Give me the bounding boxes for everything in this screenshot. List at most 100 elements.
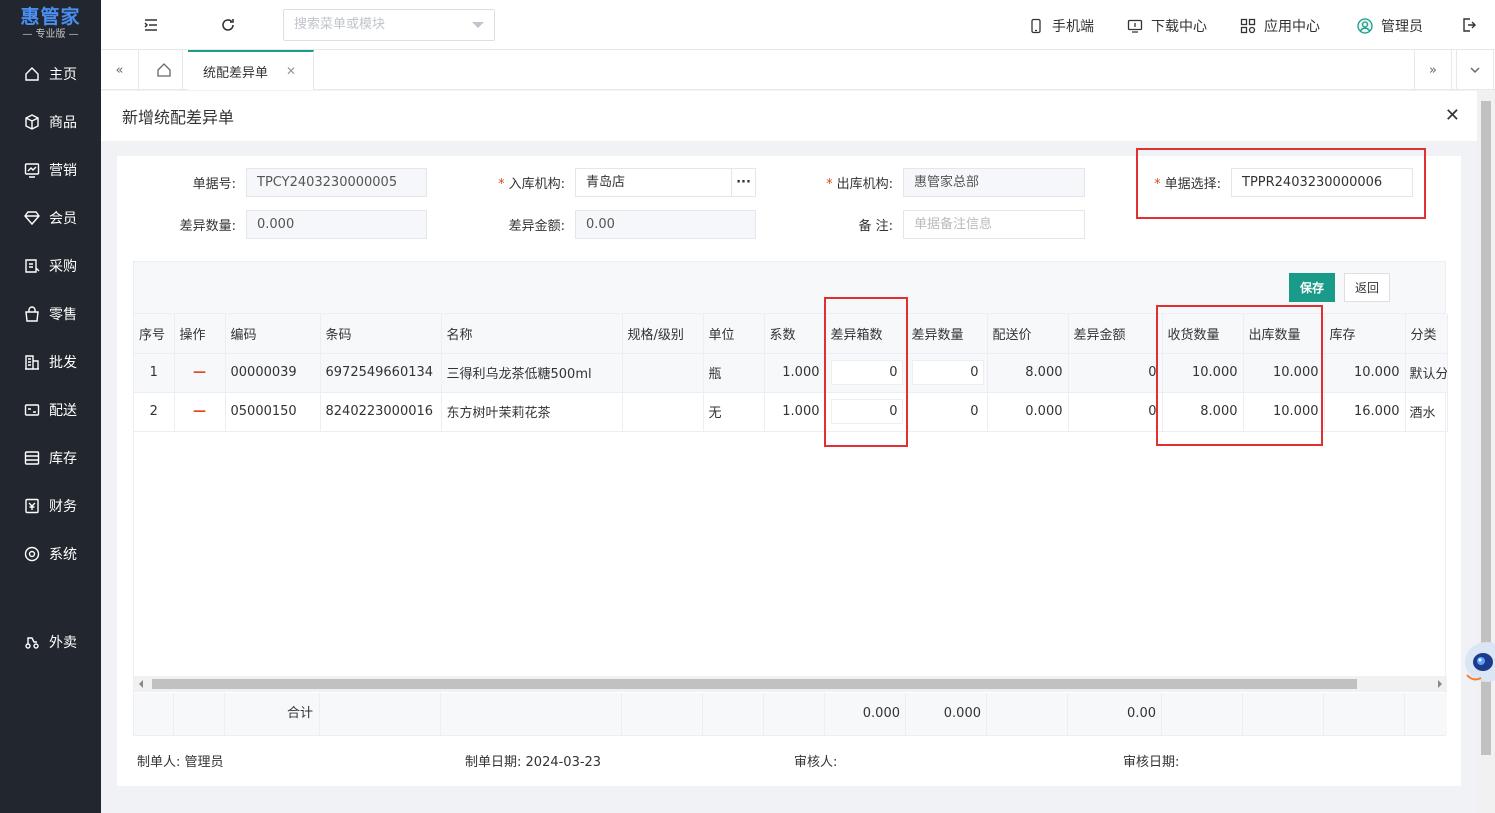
menu-toggle-icon[interactable] bbox=[141, 15, 161, 35]
sidebar-item-finance[interactable]: 财务 bbox=[0, 491, 101, 521]
col-header: 分类 bbox=[1405, 314, 1448, 354]
tabs-scroll-left-icon[interactable]: « bbox=[101, 50, 139, 90]
tab-distribution-diff[interactable]: 统配差异单 ✕ bbox=[188, 50, 314, 90]
reviewer-info: 审核人: bbox=[794, 755, 838, 770]
delete-row-icon[interactable]: — bbox=[174, 392, 226, 432]
sidebar-item-retail[interactable]: 零售 bbox=[0, 299, 101, 329]
logo-name: 惠管家 bbox=[20, 6, 81, 28]
diff-qty-cell-input[interactable]: 0 bbox=[911, 399, 984, 424]
logo[interactable]: 惠管家 — 专业版 — bbox=[0, 0, 101, 50]
dialog-header: 新增统配差异单 ✕ bbox=[101, 91, 1477, 141]
diff-box-input[interactable]: 0 bbox=[830, 399, 903, 424]
search-input[interactable]: 搜索菜单或模块 bbox=[283, 9, 495, 41]
sidebar-item-home[interactable]: 主页 bbox=[0, 59, 101, 89]
diff-qty-cell-input[interactable]: 0 bbox=[911, 360, 984, 385]
tabs-dropdown-icon[interactable] bbox=[1456, 50, 1494, 90]
monitor-icon bbox=[1127, 19, 1143, 33]
scrollbar-thumb[interactable] bbox=[152, 679, 1357, 689]
col-header: 条码 bbox=[320, 314, 442, 354]
dialog-title: 新增统配差异单 bbox=[122, 108, 235, 127]
total-diff-box: 0.000 bbox=[825, 693, 906, 735]
close-icon[interactable]: ✕ bbox=[1445, 105, 1460, 126]
total-label: 合计 bbox=[225, 693, 320, 735]
col-header: 规格/级别 bbox=[622, 314, 704, 354]
home-tab-icon[interactable] bbox=[145, 50, 183, 90]
takeout-icon bbox=[23, 633, 41, 651]
in-org-field: * 入库机构: 青岛店 ··· bbox=[447, 168, 756, 197]
mobile-link[interactable]: 手机端 bbox=[1028, 16, 1094, 36]
refresh-icon[interactable] bbox=[218, 15, 238, 35]
more-icon[interactable]: ··· bbox=[731, 168, 756, 197]
save-button[interactable]: 保存 bbox=[1289, 273, 1335, 302]
col-header: 收货数量 bbox=[1162, 314, 1244, 354]
col-header: 系数 bbox=[764, 314, 826, 354]
doc-select-input[interactable]: TPPR2403230000006 bbox=[1231, 168, 1413, 197]
apps-icon bbox=[1240, 18, 1256, 34]
col-header: 出库数量 bbox=[1243, 314, 1325, 354]
total-diff-qty: 0.000 bbox=[906, 693, 987, 735]
user-menu[interactable]: 管理员 bbox=[1357, 16, 1423, 36]
close-tab-icon[interactable]: ✕ bbox=[286, 64, 296, 78]
phone-icon bbox=[1031, 18, 1041, 34]
grid-toolbar: 保存 返回 bbox=[134, 262, 1445, 314]
settings-icon bbox=[23, 545, 41, 563]
logout-icon[interactable] bbox=[1459, 15, 1479, 35]
scroll-right-arrow-icon[interactable] bbox=[1438, 680, 1442, 688]
sidebar-item-system[interactable]: 系统 bbox=[0, 539, 101, 569]
scroll-left-arrow-icon[interactable] bbox=[139, 680, 143, 688]
building-icon bbox=[23, 353, 41, 371]
back-button[interactable]: 返回 bbox=[1344, 273, 1390, 302]
table-header-row: 序号 操作 编码 条码 名称 规格/级别 单位 系数 差异箱数 差异数量 配送价… bbox=[134, 314, 1448, 354]
sidebar-item-goods[interactable]: 商品 bbox=[0, 107, 101, 137]
col-header: 名称 bbox=[441, 314, 623, 354]
delivery-icon bbox=[23, 401, 41, 419]
remark-field: 备 注: 单据备注信息 bbox=[777, 210, 1085, 239]
col-header: 操作 bbox=[174, 314, 226, 354]
inventory-icon bbox=[23, 449, 41, 467]
finance-icon bbox=[23, 497, 41, 515]
table-row[interactable]: 1 — 00000039 6972549660134 三得利乌龙茶低糖500ml… bbox=[134, 353, 1448, 393]
col-header: 配送价 bbox=[987, 314, 1069, 354]
review-date-info: 审核日期: bbox=[1123, 755, 1180, 770]
sidebar-item-distribution[interactable]: 配送 bbox=[0, 395, 101, 425]
col-header: 差异箱数 bbox=[825, 314, 907, 354]
home-icon bbox=[23, 65, 41, 83]
out-org-field: * 出库机构: 惠管家总部 bbox=[777, 168, 1085, 197]
delete-row-icon[interactable]: — bbox=[174, 353, 226, 393]
sidebar-item-purchase[interactable]: 采购 bbox=[0, 251, 101, 281]
table-row[interactable]: 2 — 05000150 8240223000016 东方树叶茉莉花茶 无 1.… bbox=[134, 392, 1448, 432]
sidebar-item-member[interactable]: 会员 bbox=[0, 203, 101, 233]
in-org-input[interactable]: 青岛店 bbox=[575, 168, 732, 197]
sidebar-item-wholesale[interactable]: 批发 bbox=[0, 347, 101, 377]
chart-icon bbox=[23, 161, 41, 179]
table-footer-row: 合计 0.000 0.000 0.00 bbox=[134, 693, 1447, 735]
tabs-scroll-right-icon[interactable]: » bbox=[1414, 50, 1452, 90]
diff-box-input[interactable]: 0 bbox=[830, 360, 903, 385]
out-org-input[interactable]: 惠管家总部 bbox=[903, 168, 1085, 197]
detail-table: 序号 操作 编码 条码 名称 规格/级别 单位 系数 差异箱数 差异数量 配送价… bbox=[134, 314, 1448, 432]
vertical-scrollbar[interactable] bbox=[1477, 91, 1495, 813]
diff-amt-input[interactable]: 0.00 bbox=[575, 210, 756, 239]
avatar-icon bbox=[1357, 18, 1373, 34]
doc-select-field: * 单据选择: TPPR2403230000006 bbox=[1107, 168, 1413, 197]
horizontal-scrollbar[interactable] bbox=[134, 676, 1447, 692]
purchase-icon bbox=[23, 257, 41, 275]
doc-no-input[interactable]: TPCY2403230000005 bbox=[246, 168, 427, 197]
detail-grid: 保存 返回 序号 操作 编码 条码 名称 规格/级别 单位 系数 差异箱数 差异… bbox=[133, 261, 1448, 736]
remark-input[interactable]: 单据备注信息 bbox=[903, 210, 1085, 239]
sidebar-item-takeout[interactable]: 外卖 bbox=[0, 627, 101, 657]
sidebar-item-inventory[interactable]: 库存 bbox=[0, 443, 101, 473]
assistant-robot-icon[interactable] bbox=[1461, 620, 1495, 690]
diff-qty-field: 差异数量: 0.000 bbox=[117, 210, 427, 239]
col-header: 单位 bbox=[703, 314, 765, 354]
total-diff-amt: 0.00 bbox=[1068, 693, 1162, 735]
main-content: 新增统配差异单 ✕ 单据号: TPCY2403230000005 * 入库机构: … bbox=[101, 91, 1477, 813]
col-header: 差异金额 bbox=[1068, 314, 1163, 354]
diff-qty-input[interactable]: 0.000 bbox=[246, 210, 427, 239]
download-center-link[interactable]: 下载中心 bbox=[1127, 16, 1207, 36]
sidebar-item-marketing[interactable]: 营销 bbox=[0, 155, 101, 185]
form-card: 单据号: TPCY2403230000005 * 入库机构: 青岛店 ··· * 出… bbox=[117, 156, 1461, 786]
app-center-link[interactable]: 应用中心 bbox=[1240, 16, 1320, 36]
col-header: 库存 bbox=[1324, 314, 1406, 354]
doc-no-field: 单据号: TPCY2403230000005 bbox=[117, 168, 427, 197]
